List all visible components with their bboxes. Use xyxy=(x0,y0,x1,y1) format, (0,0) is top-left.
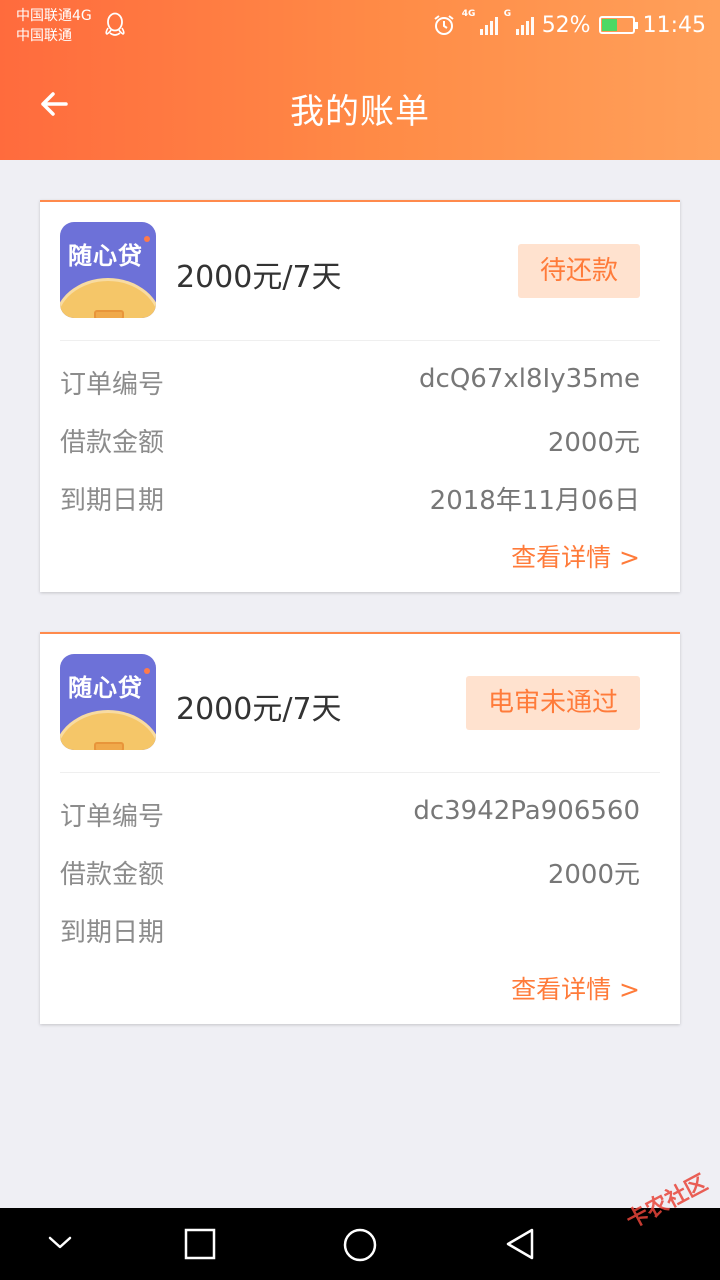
system-nav-bar xyxy=(0,1208,720,1280)
logo-text: 随心贷 xyxy=(68,242,143,270)
battery-percent: 52% xyxy=(541,12,591,38)
app-header: 中国联通4G 中国联通 4G G 52% 11:45 我的账单 xyxy=(0,0,720,160)
loan-amount-label: 借款金额 xyxy=(60,860,165,890)
loan-amount-value: 2000元 xyxy=(547,860,640,890)
view-details-link[interactable]: 查看详情 > xyxy=(511,538,640,574)
logo-text: 随心贷 xyxy=(68,674,143,702)
page-title: 我的账单 xyxy=(290,92,430,132)
signal-4g-icon: 4G xyxy=(462,9,498,35)
divider xyxy=(60,772,660,773)
chevron-down-icon[interactable] xyxy=(44,1226,76,1258)
bill-card-header: 随心贷 2000元/7天 电审未通过 xyxy=(40,634,680,772)
status-icons: 4G G 52% 11:45 xyxy=(432,8,706,42)
carrier-line-1: 中国联通4G xyxy=(16,8,92,24)
due-date-label: 到期日期 xyxy=(60,486,165,516)
qq-icon xyxy=(105,12,125,36)
bill-card[interactable]: 随心贷 2000元/7天 电审未通过 订单编号 dc3942Pa906560 借… xyxy=(40,632,680,1024)
suixindai-logo: 随心贷 xyxy=(60,654,156,750)
order-number-value: dcQ67xl8Iy35me xyxy=(419,364,640,394)
due-date-row: 到期日期 xyxy=(60,912,640,952)
order-number-value: dc3942Pa906560 xyxy=(413,796,640,826)
order-number-row: 订单编号 dcQ67xl8Iy35me xyxy=(60,364,640,404)
bill-amount-term: 2000元/7天 xyxy=(176,692,342,727)
divider xyxy=(60,340,660,341)
view-details-link[interactable]: 查看详情 > xyxy=(511,970,640,1006)
bill-amount-term: 2000元/7天 xyxy=(176,260,342,295)
alarm-icon xyxy=(434,15,454,35)
order-number-label: 订单编号 xyxy=(60,802,165,832)
signal-icon: G xyxy=(504,9,534,35)
order-number-label: 订单编号 xyxy=(60,370,165,400)
network-label-2: G xyxy=(503,9,512,19)
suixindai-logo: 随心贷 xyxy=(60,222,156,318)
home-icon[interactable] xyxy=(340,1226,380,1266)
due-date-value: 2018年11月06日 xyxy=(429,486,640,516)
status-bar: 中国联通4G 中国联通 4G G 52% 11:45 xyxy=(0,0,720,50)
battery-icon xyxy=(598,16,638,34)
status-badge: 待还款 xyxy=(517,244,640,298)
order-number-row: 订单编号 dc3942Pa906560 xyxy=(60,796,640,836)
bill-card[interactable]: 随心贷 2000元/7天 待还款 订单编号 dcQ67xl8Iy35me 借款金… xyxy=(40,200,680,592)
loan-amount-label: 借款金额 xyxy=(60,428,165,458)
nav-bar: 我的账单 xyxy=(0,64,720,148)
loan-amount-row: 借款金额 2000元 xyxy=(60,854,640,894)
network-label: 4G xyxy=(461,9,476,19)
loan-amount-row: 借款金额 2000元 xyxy=(60,422,640,462)
back-triangle-icon[interactable] xyxy=(502,1226,538,1262)
carrier-line-2: 中国联通 xyxy=(16,28,72,44)
status-badge: 电审未通过 xyxy=(465,676,640,730)
bill-card-header: 随心贷 2000元/7天 待还款 xyxy=(40,202,680,340)
due-date-label: 到期日期 xyxy=(60,918,165,948)
carrier-info: 中国联通4G 中国联通 xyxy=(16,6,92,46)
clock: 11:45 xyxy=(642,12,706,38)
due-date-row: 到期日期 2018年11月06日 xyxy=(60,480,640,520)
loan-amount-value: 2000元 xyxy=(547,428,640,458)
recent-apps-icon[interactable] xyxy=(182,1226,218,1262)
